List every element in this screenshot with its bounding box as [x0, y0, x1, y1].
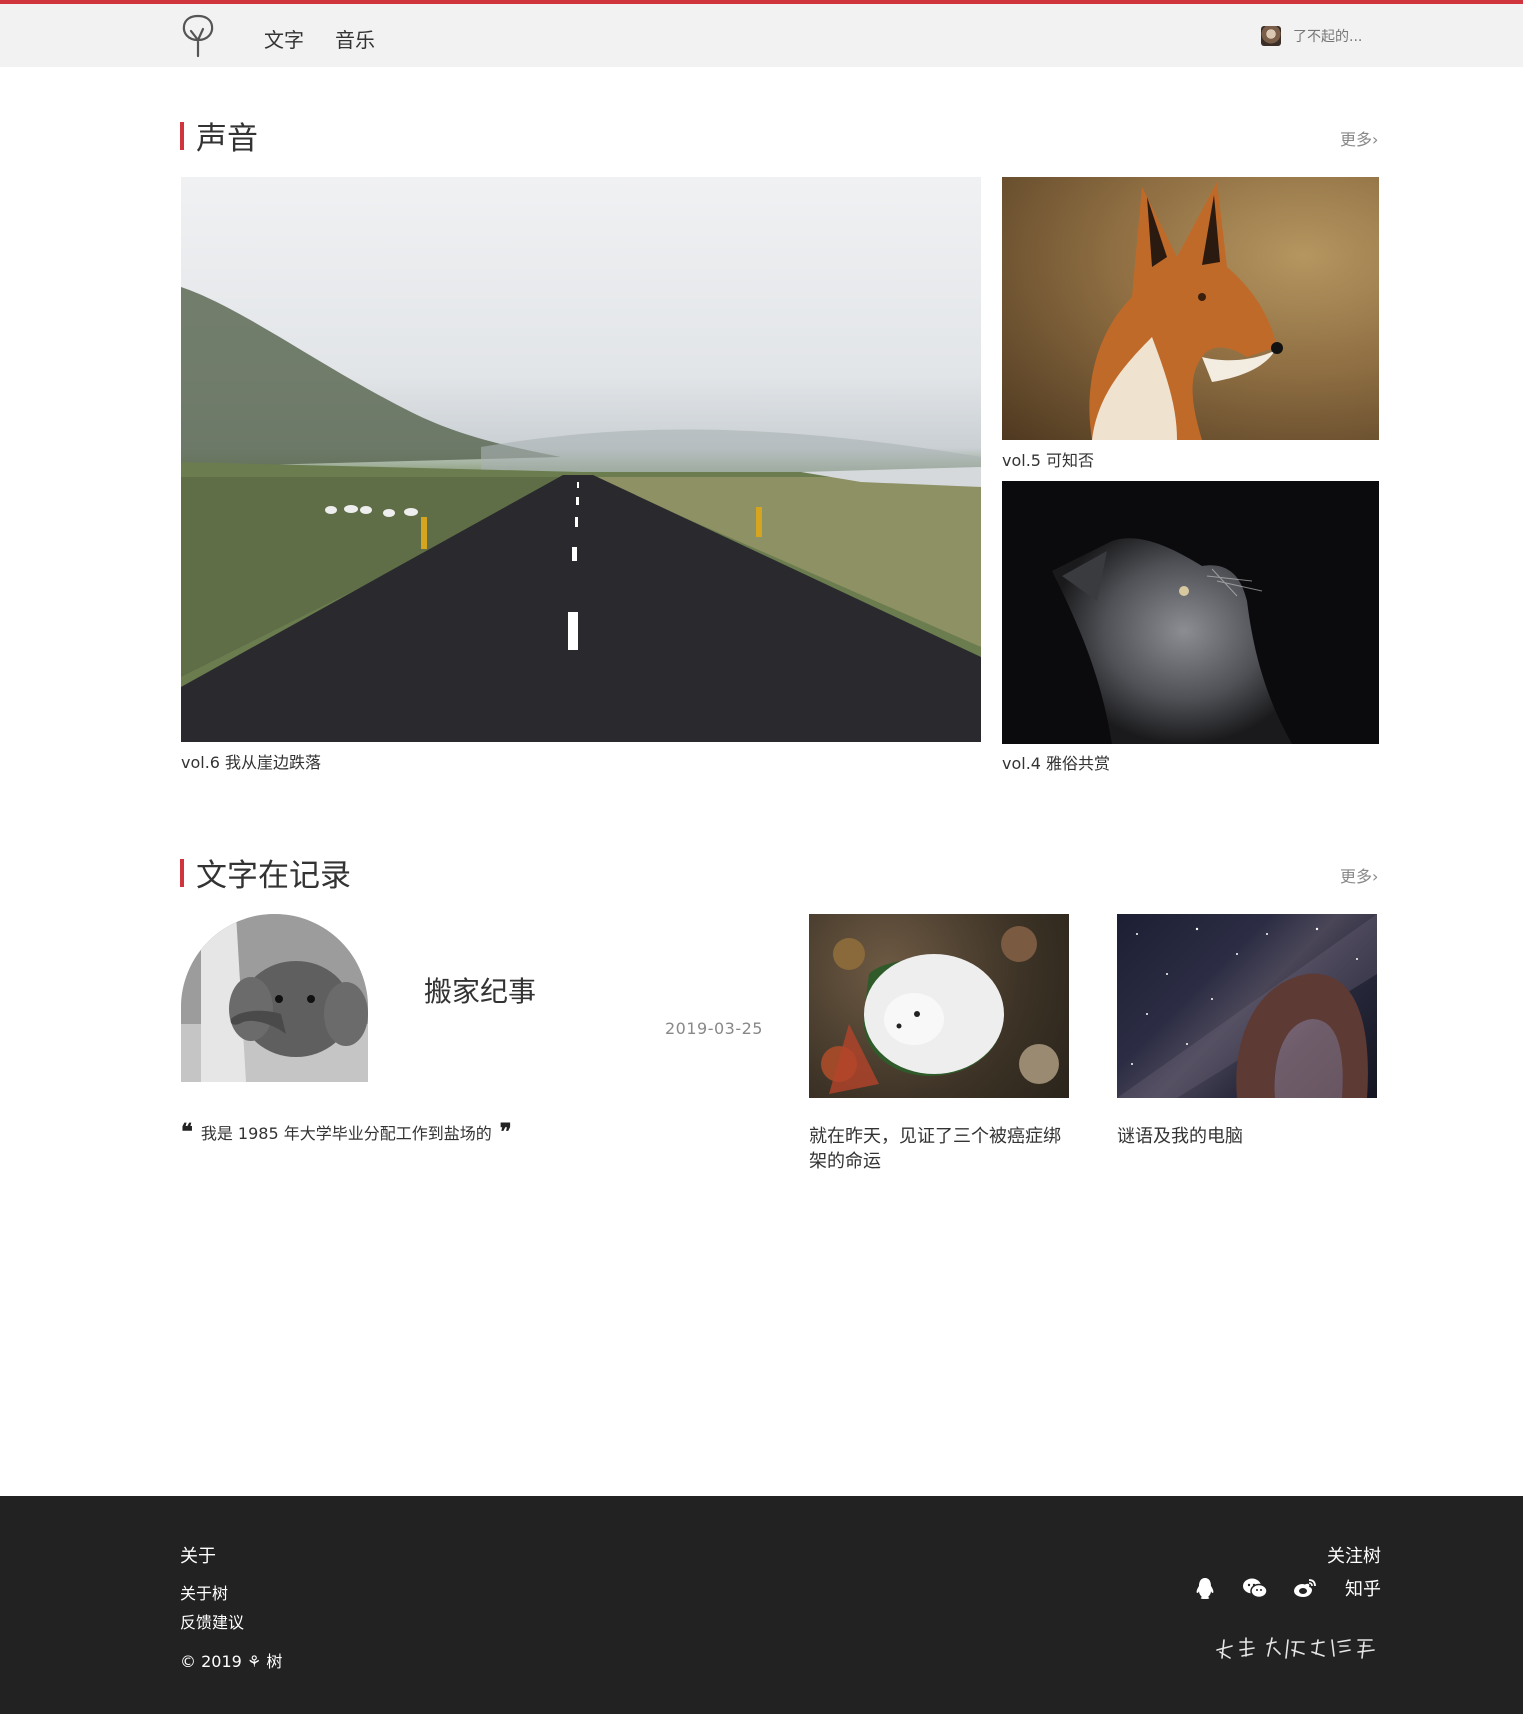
card-title-riddle[interactable]: 谜语及我的电脑 [1117, 1124, 1377, 1149]
card-title-cancer[interactable]: 就在昨天，见证了三个被癌症绑架的命运 [809, 1124, 1069, 1174]
footer-copyright: © 2019 ⚘ 树 [180, 1652, 283, 1671]
baby-elephant-image[interactable] [181, 914, 368, 1082]
weibo-icon[interactable] [1293, 1576, 1317, 1600]
grey-cat-image[interactable] [1002, 481, 1379, 744]
nav-link-text[interactable]: 文字 [264, 24, 304, 53]
sound-caption-vol4[interactable]: vol.4 雅俗共赏 [1002, 750, 1110, 774]
footer-about-title: 关于 [180, 1546, 216, 1567]
featured-article-date: 2019-03-25 [665, 1019, 763, 1038]
quote-text: 我是 1985 年大学毕业分配工作到盐场的 [200, 1124, 492, 1143]
sound-section-title: 声音 [180, 113, 258, 158]
avatar[interactable] [1261, 26, 1281, 46]
milky-way-arch-image[interactable] [1117, 914, 1377, 1098]
writing-section-title: 文字在记录 [180, 850, 351, 895]
white-fox-image[interactable] [809, 914, 1069, 1098]
nav-link-music[interactable]: 音乐 [335, 24, 375, 53]
writing-title: 文字在记录 [196, 858, 351, 894]
user-name[interactable]: 了不起的... [1293, 26, 1362, 46]
sound-caption-vol6[interactable]: vol.6 我从崖边跌落 [181, 749, 321, 773]
more-label: 更多 [1340, 867, 1373, 886]
featured-article-title[interactable]: 搬家纪事 [424, 970, 536, 1010]
sound-caption-vol5[interactable]: vol.5 可知否 [1002, 447, 1094, 471]
road-landscape-image[interactable] [181, 177, 981, 742]
tree-logo-icon[interactable] [178, 14, 218, 60]
qq-icon[interactable] [1193, 1576, 1217, 1600]
more-label: 更多 [1340, 130, 1373, 149]
section-accent-bar [180, 121, 184, 150]
footer: 关于 关于树 反馈建议 © 2019 ⚘ 树 关注树 知乎 [0, 1496, 1523, 1714]
handwritten-signature [1212, 1632, 1377, 1662]
section-accent-bar [180, 858, 184, 887]
close-quote-icon: ❞ [499, 1119, 512, 1145]
wechat-icon[interactable] [1242, 1576, 1268, 1600]
zhihu-link[interactable]: 知乎 [1343, 1576, 1383, 1600]
sound-more-link[interactable]: 更多› [1340, 126, 1378, 150]
featured-quote: ❝ 我是 1985 年大学毕业分配工作到盐场的 ❞ [181, 1119, 512, 1145]
red-fox-image[interactable] [1002, 177, 1379, 440]
user-menu[interactable]: 了不起的... [1261, 26, 1362, 46]
footer-link-about-tree[interactable]: 关于树 [180, 1580, 228, 1604]
sound-title: 声音 [196, 121, 258, 157]
footer-link-feedback[interactable]: 反馈建议 [180, 1609, 244, 1633]
footer-follow-title: 关注树 [1327, 1546, 1381, 1567]
top-navigation: 文字 音乐 了不起的... [0, 0, 1523, 67]
writing-more-link[interactable]: 更多› [1340, 863, 1378, 887]
open-quote-icon: ❝ [181, 1119, 193, 1145]
